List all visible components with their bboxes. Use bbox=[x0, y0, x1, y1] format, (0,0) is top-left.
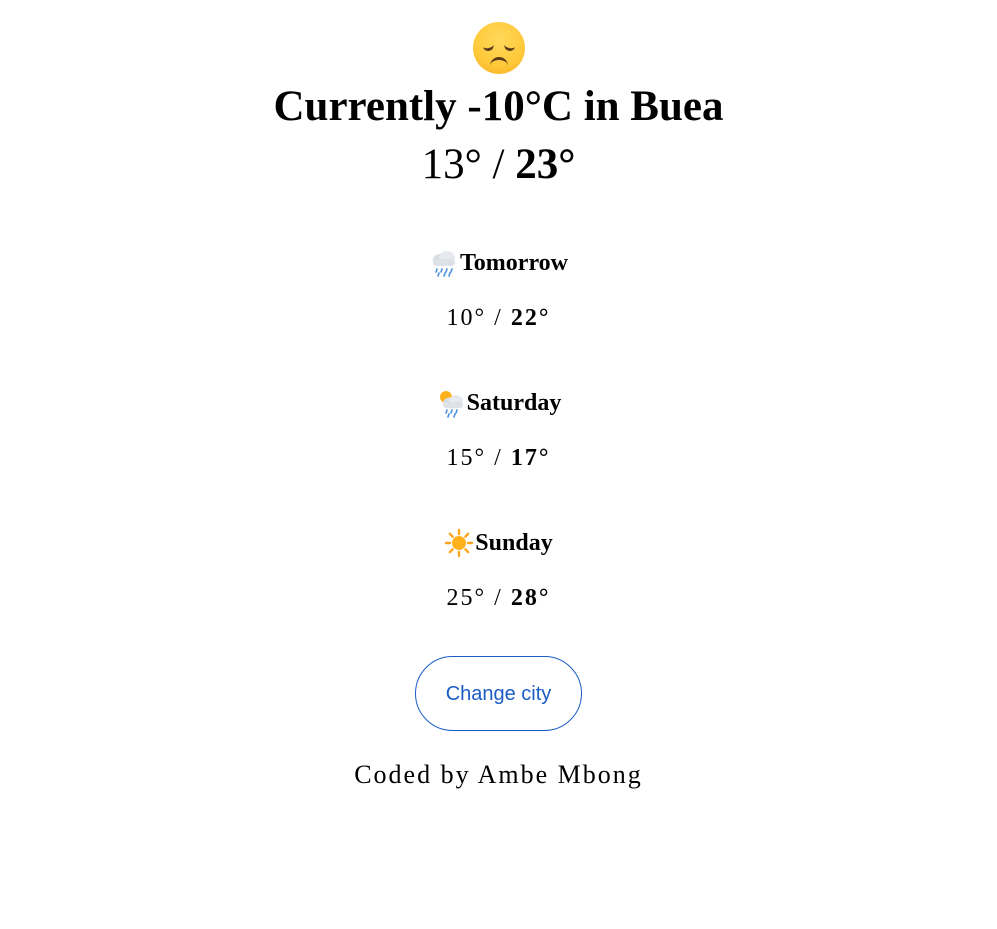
rain-cloud-icon bbox=[429, 248, 459, 278]
sun-behind-rain-cloud-icon bbox=[436, 388, 466, 418]
current-weather-headline: Currently -10°C in Buea bbox=[273, 83, 724, 130]
change-city-button[interactable]: Change city bbox=[415, 656, 582, 731]
forecast-temperature-range: 10° / 22° bbox=[0, 303, 997, 333]
forecast-day: Tomorrow 10° / 22° bbox=[0, 248, 997, 388]
forecast-day-label: Sunday bbox=[475, 530, 553, 556]
today-separator: / bbox=[481, 141, 516, 188]
weather-app: Currently -10°C in Buea 13° / 23° Tomorr… bbox=[0, 0, 997, 791]
forecast-high: 17° bbox=[510, 445, 551, 471]
forecast-list: Tomorrow 10° / 22° Saturday 15° / 17° Su… bbox=[0, 248, 997, 668]
today-temperature-range: 13° / 23° bbox=[0, 140, 997, 190]
forecast-high: 28° bbox=[510, 585, 551, 611]
forecast-day: Sunday 25° / 28° bbox=[0, 528, 997, 668]
today-low: 13° bbox=[421, 141, 482, 188]
forecast-low: 10° bbox=[446, 305, 487, 331]
forecast-low: 15° bbox=[446, 445, 487, 471]
today-high: 23° bbox=[515, 141, 576, 188]
disappointed-face-icon bbox=[0, 0, 997, 84]
forecast-day-label: Tomorrow bbox=[460, 250, 568, 276]
forecast-high: 22° bbox=[510, 305, 551, 331]
forecast-separator: / bbox=[486, 585, 511, 611]
forecast-day: Saturday 15° / 17° bbox=[0, 388, 997, 528]
forecast-separator: / bbox=[486, 305, 511, 331]
forecast-separator: / bbox=[486, 445, 511, 471]
forecast-low: 25° bbox=[446, 585, 487, 611]
forecast-day-label: Saturday bbox=[466, 390, 562, 416]
sun-icon bbox=[444, 528, 474, 558]
forecast-temperature-range: 15° / 17° bbox=[0, 443, 997, 473]
footer-credit: Coded by Ambe Mbong bbox=[354, 760, 643, 789]
forecast-temperature-range: 25° / 28° bbox=[0, 583, 997, 613]
